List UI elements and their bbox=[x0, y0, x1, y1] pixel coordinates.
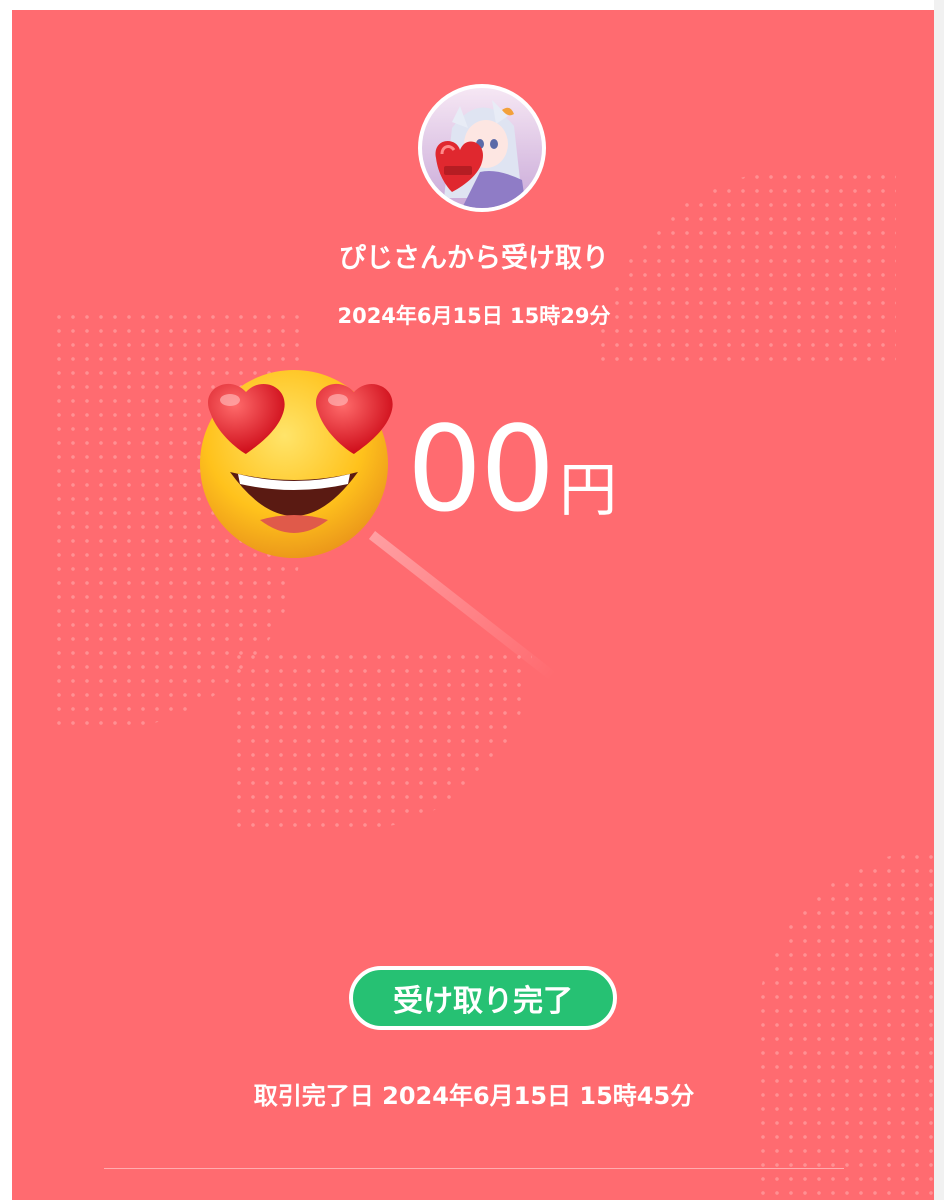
screen: ぴじ ぴじさんから受け取り 2024年6月15日 15時29分 00 円 bbox=[0, 0, 944, 1200]
heart-eyes-emoji-icon bbox=[190, 360, 410, 560]
amount-value: 00 bbox=[407, 400, 555, 538]
amount-display: 00 円 bbox=[407, 400, 618, 538]
page-edge bbox=[934, 0, 944, 1200]
completed-date: 2024年6月15日 15時45分 bbox=[382, 1082, 695, 1110]
divider bbox=[104, 1168, 844, 1169]
completed-label: 取引完了日 bbox=[253, 1082, 374, 1110]
dot-pattern-decoration bbox=[232, 650, 532, 830]
currency-unit: 円 bbox=[559, 456, 618, 524]
sender-avatar[interactable]: ぴじ bbox=[418, 84, 546, 212]
received-date: 2024年6月15日 15時29分 bbox=[337, 304, 611, 328]
avatar-anime-girl-icon bbox=[422, 88, 542, 208]
transaction-completed-date: 取引完了日 2024年6月15日 15時45分 bbox=[12, 1076, 936, 1111]
receipt-card: ぴじ ぴじさんから受け取り 2024年6月15日 15時29分 00 円 bbox=[12, 10, 936, 1200]
receipt-complete-button[interactable]: 受け取り完了 bbox=[349, 966, 617, 1030]
dot-pattern-decoration bbox=[756, 850, 936, 1200]
receipt-title: ぴじさんから受け取り bbox=[339, 243, 609, 274]
